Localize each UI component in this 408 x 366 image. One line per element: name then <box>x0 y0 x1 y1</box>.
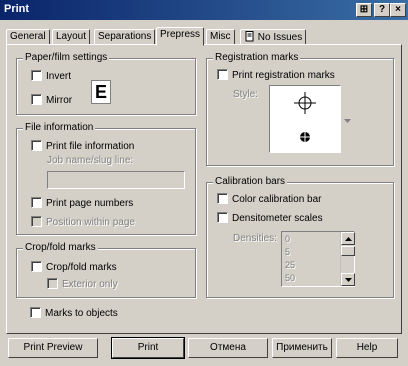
crop-fold-label: Crop/fold marks <box>46 262 117 273</box>
print-page-numbers-label: Print page numbers <box>46 198 134 209</box>
paper-preview-icon: E <box>91 80 111 104</box>
mirror-check[interactable] <box>31 94 42 105</box>
marks-to-objects-checkbox[interactable]: Marks to objects <box>30 307 118 321</box>
marks-to-objects-label: Marks to objects <box>45 308 118 319</box>
job-name-input[interactable] <box>47 171 185 189</box>
crop-fold-title: Crop/fold marks <box>23 242 98 253</box>
invert-check[interactable] <box>31 70 42 81</box>
print-file-info-checkbox[interactable]: Print file information <box>31 140 134 154</box>
print-preview-button[interactable]: Print Preview <box>8 338 98 358</box>
paper-film-group: Paper/film settings Invert Mirror E <box>16 52 196 115</box>
densitometer-checkbox[interactable]: Densitometer scales <box>217 212 323 226</box>
color-calibration-label: Color calibration bar <box>232 194 322 205</box>
densities-label: Densities: <box>233 233 277 244</box>
tab-no-issues-label: No Issues <box>257 32 303 43</box>
title-bar: Print ⊞ ? × <box>0 0 408 20</box>
print-page-numbers-checkbox[interactable]: Print page numbers <box>31 197 133 211</box>
exterior-only-label: Exterior only <box>62 279 118 290</box>
crop-fold-group: Crop/fold marks Crop/fold marks Exterior… <box>16 242 196 298</box>
mirror-checkbox[interactable]: Mirror <box>31 94 72 108</box>
print-registration-checkbox[interactable]: Print registration marks <box>217 69 335 83</box>
print-page-numbers-check[interactable] <box>31 197 42 208</box>
scroll-thumb[interactable] <box>341 246 355 256</box>
crop-fold-check[interactable] <box>31 261 42 272</box>
target-icon <box>299 131 311 143</box>
document-warning-icon <box>245 31 254 42</box>
position-within-page-label: Position within page <box>46 217 135 228</box>
invert-label: Invert <box>46 71 72 82</box>
density-item[interactable]: 25 <box>285 260 295 270</box>
restore-icon: ⊞ <box>359 4 369 15</box>
mirror-label: Mirror <box>46 95 73 106</box>
print-button[interactable]: Print <box>111 337 185 359</box>
chevron-down-icon[interactable] <box>344 119 351 124</box>
registration-group: Registration marks Print registration ma… <box>206 52 394 166</box>
close-icon: × <box>395 4 401 15</box>
arrow-up-icon <box>345 237 352 241</box>
densities-list[interactable]: 0 5 25 50 <box>281 231 355 287</box>
crosshair-icon <box>294 92 316 114</box>
tab-layout[interactable]: Layout <box>52 29 91 45</box>
preview-glyph: E <box>94 82 107 102</box>
position-within-page-check[interactable] <box>31 216 42 227</box>
position-within-page-checkbox[interactable]: Position within page <box>31 216 135 230</box>
paper-film-title: Paper/film settings <box>23 52 110 63</box>
density-item[interactable]: 5 <box>285 247 290 257</box>
exterior-only-check[interactable] <box>47 278 58 289</box>
tab-prepress[interactable]: Prepress <box>156 27 205 46</box>
arrow-down-icon <box>345 278 352 282</box>
registration-title: Registration marks <box>213 52 301 63</box>
cancel-button[interactable]: Отмена <box>188 338 268 358</box>
print-file-info-label: Print file information <box>46 141 135 152</box>
apply-button[interactable]: Применить <box>272 338 332 358</box>
file-info-title: File information <box>23 122 96 133</box>
exterior-only-checkbox[interactable]: Exterior only <box>47 278 118 292</box>
job-name-label: Job name/slug line: <box>47 155 134 166</box>
density-item[interactable]: 50 <box>285 273 295 283</box>
help-button[interactable]: Help <box>336 338 398 358</box>
print-registration-check[interactable] <box>217 69 228 80</box>
invert-checkbox[interactable]: Invert <box>31 70 71 84</box>
window-title: Print <box>4 3 30 15</box>
scroll-up-button[interactable] <box>341 232 355 245</box>
densities-scrollbar[interactable] <box>340 232 355 286</box>
tab-no-issues[interactable]: No Issues <box>240 29 307 45</box>
tab-general[interactable]: General <box>6 29 50 45</box>
calibration-group: Calibration bars Color calibration bar D… <box>206 176 394 298</box>
calibration-title: Calibration bars <box>213 176 288 187</box>
tab-misc[interactable]: Misc <box>206 29 235 45</box>
scroll-down-button[interactable] <box>341 273 355 286</box>
registration-style-picker[interactable] <box>269 85 341 153</box>
densitometer-label: Densitometer scales <box>232 213 323 224</box>
close-button[interactable]: × <box>390 3 406 17</box>
crop-fold-checkbox[interactable]: Crop/fold marks <box>31 261 117 275</box>
extra-button[interactable]: ⊞ <box>356 3 372 17</box>
print-file-info-check[interactable] <box>31 140 42 151</box>
densitometer-check[interactable] <box>217 212 228 223</box>
style-label: Style: <box>233 89 259 100</box>
density-item[interactable]: 0 <box>285 234 290 244</box>
color-calibration-checkbox[interactable]: Color calibration bar <box>217 193 322 207</box>
help-title-button[interactable]: ? <box>374 3 390 17</box>
file-info-group: File information Print file information … <box>16 122 196 235</box>
print-registration-label: Print registration marks <box>232 70 335 81</box>
tab-separations[interactable]: Separations <box>94 29 156 45</box>
marks-to-objects-check[interactable] <box>30 307 41 318</box>
question-icon: ? <box>378 4 386 15</box>
color-calibration-check[interactable] <box>217 193 228 204</box>
